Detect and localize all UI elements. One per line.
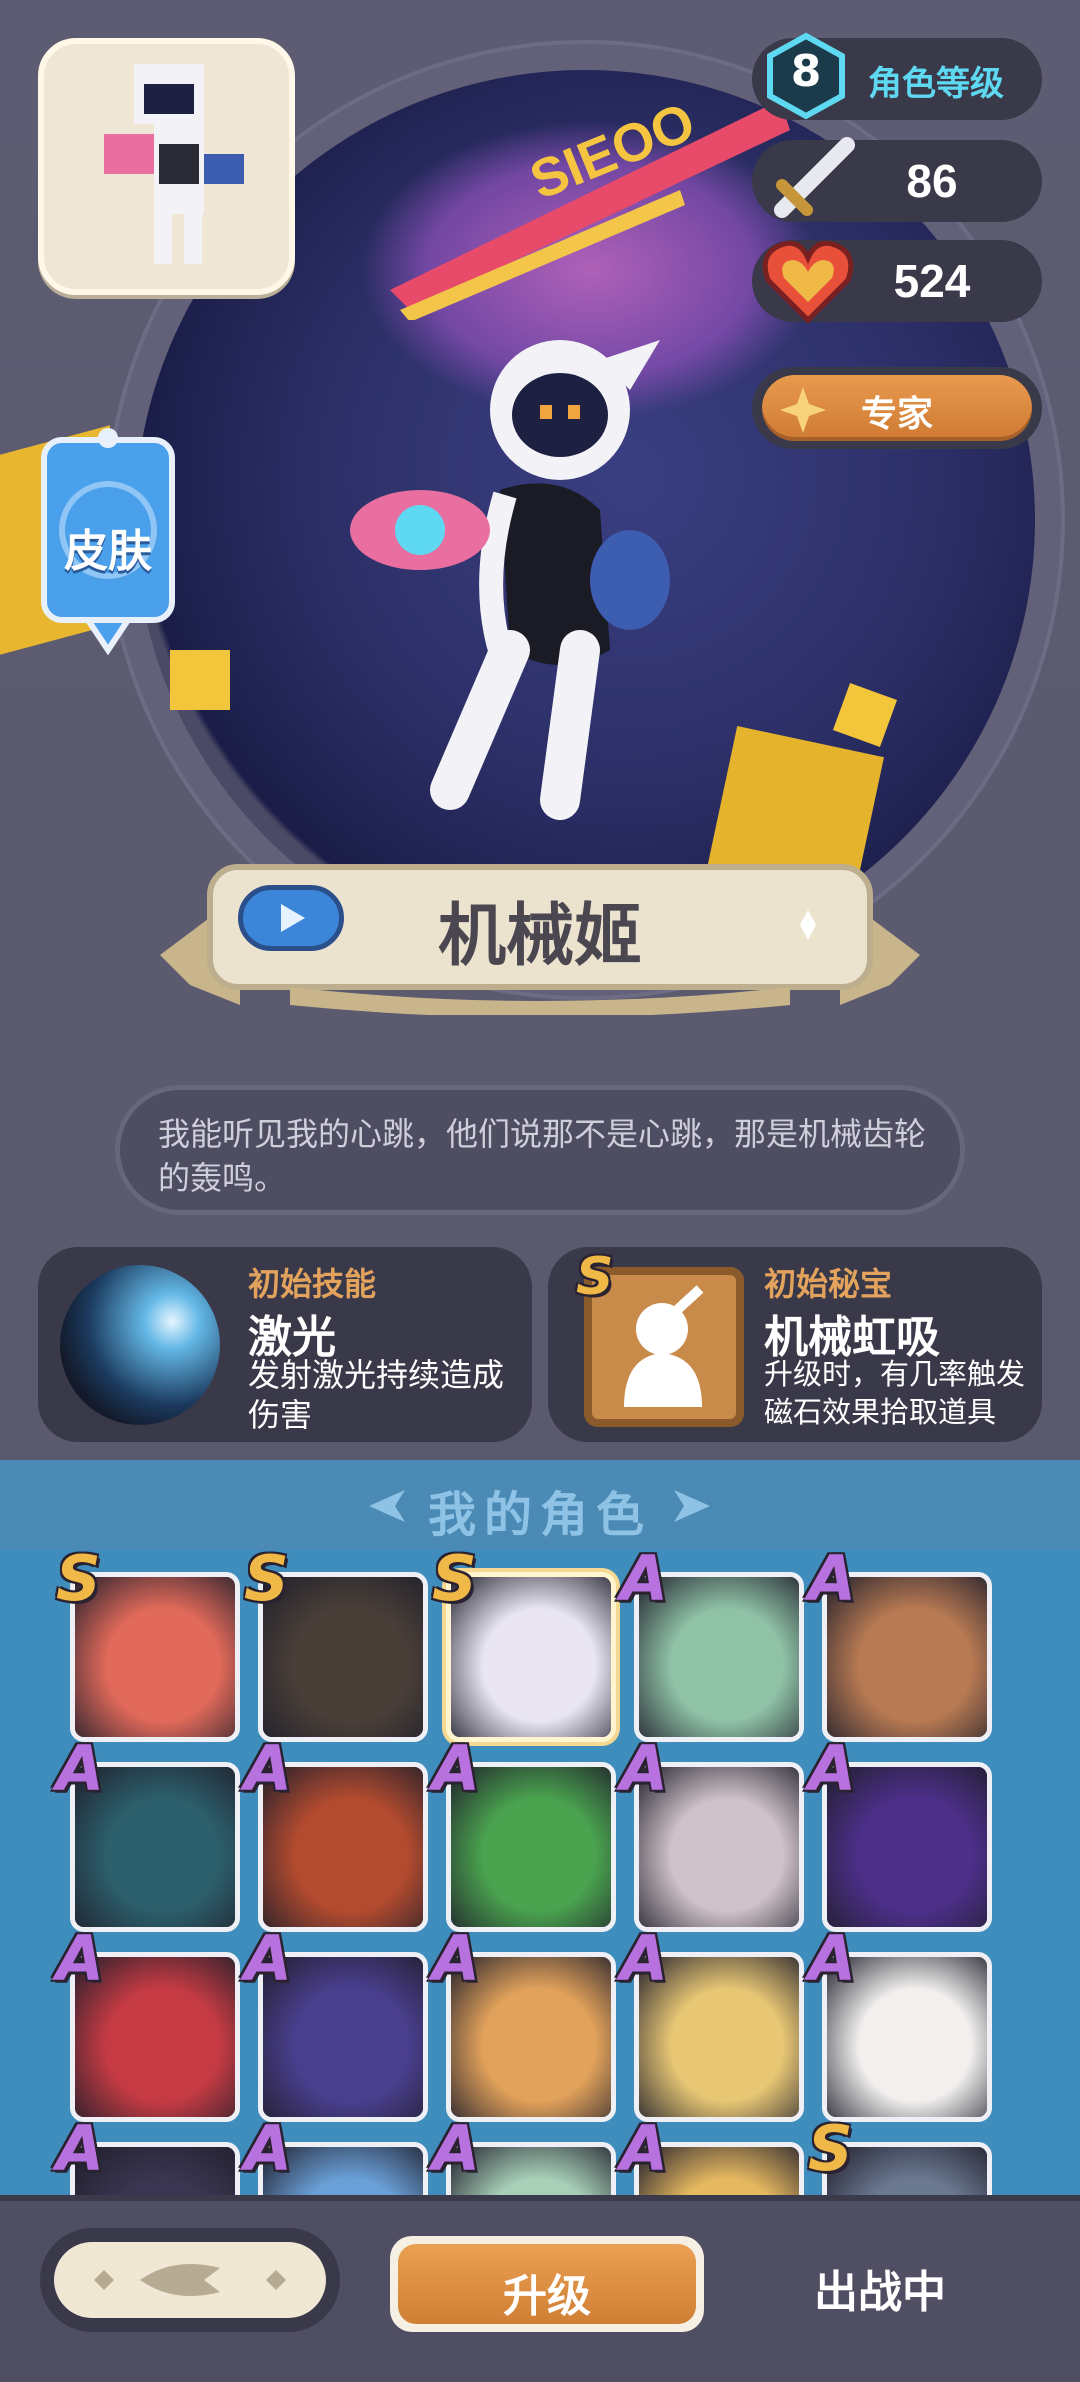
- heart-icon: [762, 240, 854, 324]
- rank-badge: A: [432, 1922, 480, 1995]
- upgrade-label: 升级: [503, 2271, 591, 2322]
- rank-badge: A: [808, 1732, 856, 1805]
- level-label: 角色等级: [868, 64, 1004, 104]
- treasure-rank-badge: S: [576, 1247, 614, 1307]
- treasure-desc: 升级时，有几率触发磁石效果拾取道具: [764, 1357, 1026, 1429]
- avatar-pixel-art: [104, 64, 244, 264]
- hero-avatar-frame[interactable]: [38, 38, 295, 295]
- rank-badge: A: [244, 1922, 292, 1995]
- rank-badge: A: [808, 1550, 856, 1615]
- rank-badge: A: [244, 2112, 292, 2185]
- rank-badge: A: [244, 1732, 292, 1805]
- treasure-card-title: 初始秘宝: [764, 1265, 893, 1303]
- initial-treasure-card[interactable]: S 初始秘宝 机械虹吸 升级时，有几率触发磁石效果拾取道具: [548, 1247, 1042, 1442]
- rank-badge: A: [56, 1922, 104, 1995]
- hero-character-art: [350, 340, 670, 820]
- rank-badge: S: [432, 1550, 477, 1615]
- deployed-status[interactable]: 出战中: [770, 2256, 990, 2320]
- roster-grid: S S S A A A A A A A A A A A A A A A A S: [0, 1550, 1080, 2200]
- rank-badge: A: [808, 1922, 856, 1995]
- rank-badge: A: [620, 1922, 668, 1995]
- rank-badge: A: [620, 1550, 668, 1615]
- rank-badge: A: [620, 2112, 668, 2185]
- roster-title: 我的角色: [427, 1487, 652, 1543]
- skill-desc: 发射激光持续造成伤害: [248, 1356, 505, 1434]
- initial-skill-card[interactable]: 初始技能 激光 发射激光持续造成伤害: [38, 1247, 532, 1442]
- skin-label: 皮肤: [64, 526, 152, 577]
- rank-badge: A: [432, 2112, 480, 2185]
- bottom-left-button[interactable]: [40, 2228, 340, 2332]
- rank-badge: A: [56, 1732, 104, 1805]
- rank-badge: A: [620, 1732, 668, 1805]
- level-value: 8: [790, 46, 822, 97]
- wing-left-icon: [369, 1490, 405, 1522]
- hero-name: 机械姬: [437, 897, 642, 976]
- rank-badge: S: [56, 1550, 101, 1615]
- rank-badge: S: [244, 1550, 289, 1615]
- hp-bar-decoration: SIEOO: [390, 91, 790, 320]
- star-icon: [780, 387, 826, 433]
- wing-right-icon: [674, 1490, 710, 1522]
- cube-decoration: [170, 650, 230, 710]
- rank-badge: S: [808, 2112, 853, 2185]
- rank-badge: A: [432, 1732, 480, 1805]
- bottom-left-inner: [54, 2242, 326, 2318]
- hero-quote: 我能听见我的心跳，他们说那不是心跳，那是机械齿轮的轰鸣。: [158, 1115, 927, 1197]
- ornament-icon: [94, 2264, 286, 2296]
- sword-icon: [774, 137, 855, 218]
- upgrade-button-inner: 升级: [398, 2244, 696, 2324]
- rank-badge: A: [56, 2112, 104, 2185]
- laser-skill-icon: [60, 1265, 220, 1425]
- skill-card-title: 初始技能: [248, 1265, 377, 1303]
- upgrade-button[interactable]: 升级: [390, 2236, 704, 2332]
